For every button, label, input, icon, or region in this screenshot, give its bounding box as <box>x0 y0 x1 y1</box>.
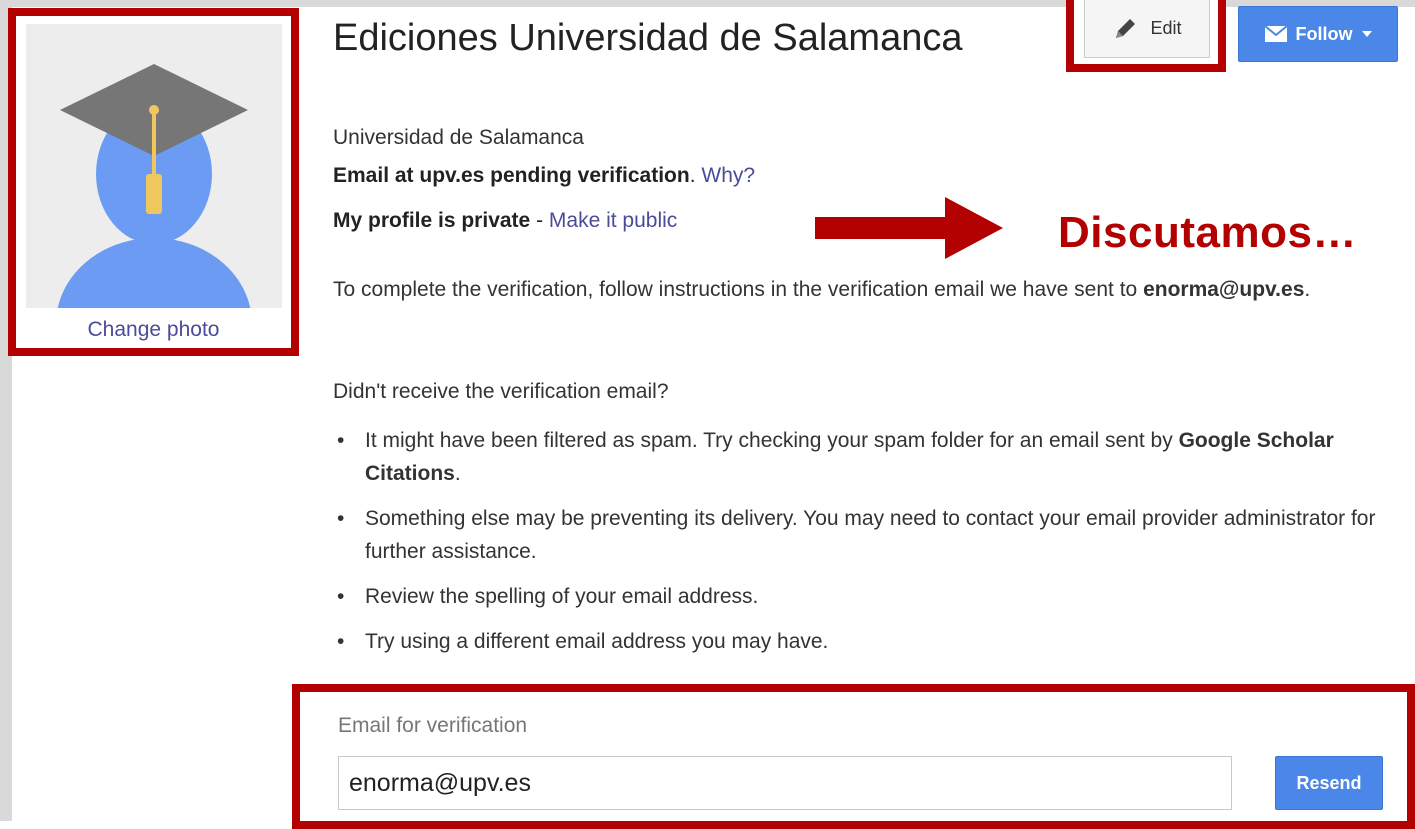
bullet-text: Try using a different email address you … <box>365 630 829 653</box>
privacy-separator: - <box>530 209 549 232</box>
troubleshooting-list: • It might have been filtered as spam. T… <box>333 424 1403 670</box>
annotation-text: Discutamos… <box>1058 208 1357 257</box>
sent-email: enorma@upv.es <box>1143 278 1305 301</box>
verification-status: Email at upv.es pending verification. Wh… <box>333 164 755 188</box>
list-item: • Review the spelling of your email addr… <box>333 580 1403 613</box>
bullet-suffix: . <box>454 462 461 485</box>
bullet-icon: • <box>337 429 345 452</box>
pencil-icon <box>1116 18 1136 38</box>
privacy-status: My profile is private - Make it public <box>333 209 677 233</box>
follow-label: Follow <box>1295 23 1353 44</box>
profile-name: Ediciones Universidad de Salamanca <box>333 17 963 59</box>
make-public-link[interactable]: Make it public <box>549 209 677 232</box>
verification-status-suffix: . <box>689 164 696 187</box>
why-link[interactable]: Why? <box>701 164 755 187</box>
verification-email-input[interactable] <box>338 756 1232 810</box>
resend-button[interactable]: Resend <box>1275 756 1383 810</box>
list-item: • It might have been filtered as spam. T… <box>333 424 1403 490</box>
profile-photo[interactable] <box>26 24 282 308</box>
edit-button[interactable]: Edit <box>1084 0 1210 58</box>
profile-affiliation: Universidad de Salamanca <box>333 126 584 149</box>
bullet-text: It might have been filtered as spam. Try… <box>365 429 1179 452</box>
bullet-icon: • <box>337 585 345 608</box>
list-item: • Try using a different email address yo… <box>333 625 1403 658</box>
graduation-cap-avatar-icon <box>26 24 282 308</box>
arrow-right-icon <box>815 197 1003 259</box>
change-photo-link[interactable]: Change photo <box>16 318 291 342</box>
bullet-text: Review the spelling of your email addres… <box>365 585 759 608</box>
didnt-receive-heading: Didn't receive the verification email? <box>333 380 669 403</box>
list-item: • Something else may be preventing its d… <box>333 502 1403 568</box>
edit-highlight: Edit <box>1066 0 1226 72</box>
verification-status-text: Email at upv.es pending verification <box>333 164 690 187</box>
caret-down-icon <box>1361 31 1372 37</box>
instructions-suffix: . <box>1304 278 1311 301</box>
profile-photo-highlight: Change photo <box>8 8 299 356</box>
bullet-text: Something else may be preventing its del… <box>365 507 1376 563</box>
bullet-icon: • <box>337 630 345 653</box>
edit-label: Edit <box>1150 18 1182 38</box>
verification-form-highlight: Email for verification Resend <box>292 684 1415 829</box>
instructions-text: To complete the verification, follow ins… <box>333 278 1144 301</box>
bullet-icon: • <box>337 507 345 530</box>
privacy-status-text: My profile is private <box>333 209 531 232</box>
envelope-icon <box>1263 25 1288 42</box>
verification-instructions: To complete the verification, follow ins… <box>333 273 1403 307</box>
follow-button[interactable]: Follow <box>1238 6 1398 62</box>
verification-email-label: Email for verification <box>338 714 528 737</box>
